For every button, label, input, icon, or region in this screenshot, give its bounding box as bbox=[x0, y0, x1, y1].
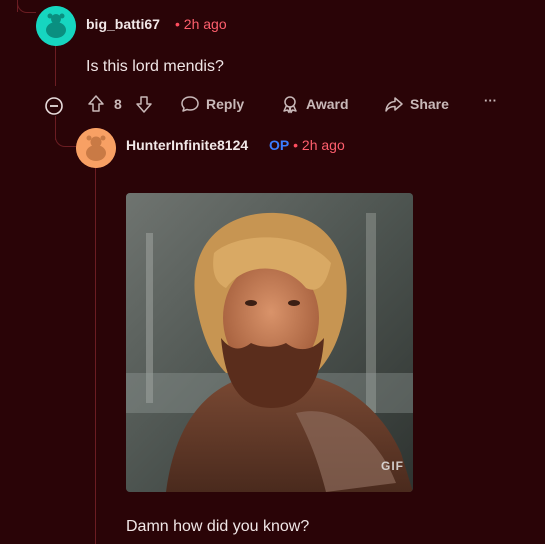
downvote-button[interactable] bbox=[134, 92, 154, 116]
reply-timestamp[interactable]: 2h ago bbox=[302, 137, 345, 153]
comment-thread-line bbox=[55, 46, 56, 86]
avatar[interactable] bbox=[36, 6, 76, 46]
collapse-minus-icon bbox=[45, 97, 63, 115]
reply-meta: OP • 2h ago bbox=[269, 137, 345, 153]
reply-avatar[interactable] bbox=[76, 128, 116, 168]
award-ribbon-icon bbox=[283, 96, 297, 114]
share-arrow-icon bbox=[385, 97, 403, 112]
ellipsis-icon: ··· bbox=[484, 92, 497, 108]
reply-label: Reply bbox=[206, 96, 245, 112]
gif-image[interactable]: GIF bbox=[126, 193, 413, 492]
reply-button[interactable]: Reply bbox=[180, 92, 244, 116]
more-options-button[interactable]: ··· bbox=[484, 88, 497, 112]
upvote-button[interactable] bbox=[86, 92, 106, 116]
vote-count: 8 bbox=[114, 96, 122, 112]
comment-meta: • 2h ago bbox=[175, 16, 227, 32]
reply-thread-connector bbox=[55, 116, 76, 147]
reply-username[interactable]: HunterInfinite8124 bbox=[126, 137, 248, 153]
snoo-avatar-icon bbox=[76, 128, 116, 168]
meta-separator: • bbox=[293, 137, 299, 153]
comment-body: Is this lord mendis? bbox=[86, 58, 224, 75]
collapse-button[interactable] bbox=[44, 94, 64, 118]
award-label: Award bbox=[306, 96, 349, 112]
comment-action-bar: 8 Reply Award Share ··· bbox=[44, 92, 504, 116]
parent-thread-connector bbox=[17, 0, 36, 13]
share-button[interactable]: Share bbox=[384, 92, 449, 116]
snoo-avatar-icon bbox=[36, 6, 76, 46]
award-button[interactable]: Award bbox=[280, 92, 349, 116]
reply-body: Damn how did you know? bbox=[126, 518, 310, 535]
meta-separator: • bbox=[175, 16, 180, 32]
speech-bubble-icon bbox=[181, 96, 199, 112]
downvote-arrow-icon bbox=[136, 96, 152, 113]
op-badge: OP bbox=[269, 137, 290, 153]
gif-scene-image bbox=[126, 193, 413, 492]
comment-timestamp[interactable]: 2h ago bbox=[184, 16, 227, 32]
gif-badge: GIF bbox=[381, 459, 404, 473]
upvote-arrow-icon bbox=[88, 95, 104, 112]
share-label: Share bbox=[410, 96, 449, 112]
reply-collapse-line bbox=[95, 168, 96, 544]
comment-username[interactable]: big_batti67 bbox=[86, 16, 160, 32]
